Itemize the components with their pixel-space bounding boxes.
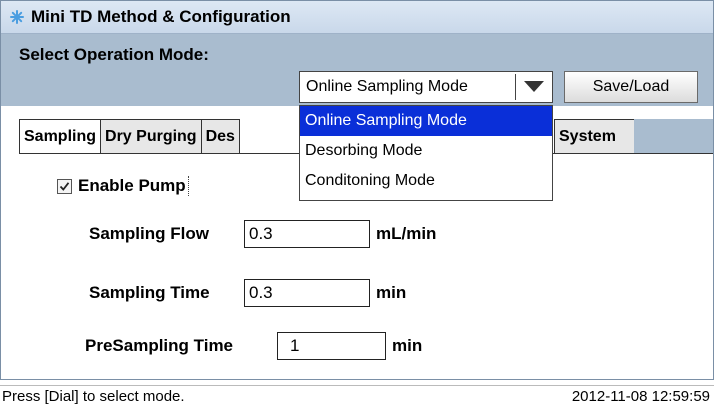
- tab-sampling[interactable]: Sampling: [19, 119, 102, 154]
- presampling-time-unit: min: [392, 336, 423, 355]
- presampling-time-label: PreSampling Time: [85, 336, 234, 355]
- enable-pump-label: Enable Pump: [78, 176, 189, 196]
- tab-dry-purging[interactable]: Dry Purging: [100, 119, 202, 154]
- checkmark-icon: [59, 181, 70, 191]
- tab-strip: Sampling Dry Purging Des: [19, 119, 240, 154]
- title-bar: Mini TD Method & Configuration: [1, 1, 713, 34]
- sampling-flow-input[interactable]: 0.3: [244, 220, 370, 248]
- sampling-flow-unit: mL/min: [376, 224, 437, 243]
- operation-mode-value: Online Sampling Mode: [306, 78, 468, 95]
- operation-mode-label: Select Operation Mode:: [19, 45, 209, 64]
- operation-mode-dropdown: Online Sampling Mode Desorbing Mode Cond…: [299, 105, 553, 201]
- status-bar: Press [Dial] to select mode. 2012-11-08 …: [0, 385, 714, 408]
- method-config-window: Mini TD Method & Configuration Select Op…: [0, 0, 714, 380]
- dropdown-option-desorbing[interactable]: Desorbing Mode: [300, 136, 552, 166]
- sampling-flow-row: Sampling Flow 0.3 mL/min: [89, 220, 436, 248]
- operation-mode-select[interactable]: Online Sampling Mode: [299, 71, 553, 103]
- sampling-time-row: Sampling Time 0.3 min: [89, 279, 406, 307]
- presampling-time-input[interactable]: 1: [277, 332, 386, 360]
- asterisk-icon: [9, 9, 25, 25]
- enable-pump-checkbox[interactable]: [57, 178, 72, 194]
- tab-system[interactable]: System: [554, 119, 635, 154]
- status-message: Press [Dial] to select mode.: [2, 388, 185, 405]
- dropdown-arrow-icon[interactable]: [516, 72, 552, 102]
- dropdown-option-conditioning[interactable]: Conditoning Mode: [300, 166, 552, 196]
- sampling-time-input[interactable]: 0.3: [244, 279, 370, 307]
- status-timestamp: 2012-11-08 12:59:59: [571, 388, 710, 405]
- tab-strip-fill: [634, 119, 713, 154]
- sampling-flow-label: Sampling Flow: [89, 224, 209, 243]
- window-title: Mini TD Method & Configuration: [31, 7, 291, 26]
- sampling-time-unit: min: [376, 283, 407, 302]
- presampling-time-row: PreSampling Time 1 min: [85, 332, 422, 360]
- sampling-time-label: Sampling Time: [89, 283, 210, 302]
- tab-desorbing[interactable]: Des: [200, 119, 240, 154]
- enable-pump-row: Enable Pump: [57, 176, 189, 196]
- dropdown-option-online-sampling[interactable]: Online Sampling Mode: [300, 106, 552, 136]
- save-load-button[interactable]: Save/Load: [564, 71, 698, 103]
